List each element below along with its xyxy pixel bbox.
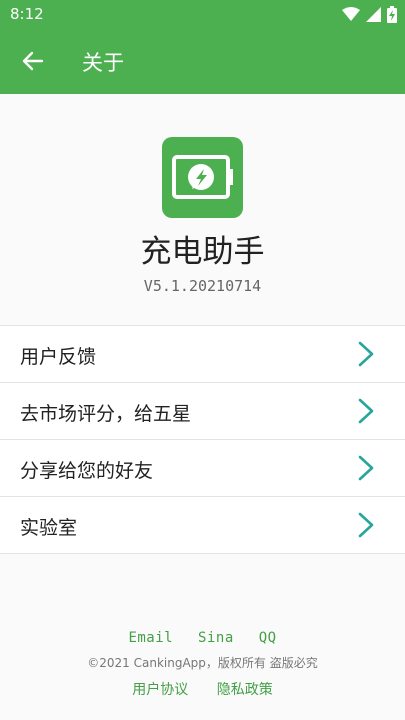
menu-item-lab[interactable]: 实验室 — [0, 497, 405, 554]
chevron-right-icon — [358, 341, 374, 367]
qq-link[interactable]: QQ — [259, 630, 277, 646]
app-version: V5.1.20210714 — [143, 277, 262, 295]
app-bar: 关于 — [0, 28, 405, 94]
email-link[interactable]: Email — [128, 630, 173, 646]
app-logo — [162, 137, 243, 218]
status-icons — [342, 4, 397, 24]
signal-icon — [366, 6, 381, 22]
page-title: 关于 — [82, 51, 124, 75]
arrow-left-icon — [22, 51, 44, 71]
sina-link[interactable]: Sina — [198, 630, 234, 646]
footer: Email Sina QQ ©2021 CankingApp，版权所有 盗版必究… — [0, 630, 405, 699]
battery-chat-icon — [172, 155, 233, 199]
privacy-policy-link[interactable]: 隐私政策 — [217, 682, 273, 698]
menu-item-label: 实验室 — [20, 517, 78, 539]
app-name: 充电助手 — [140, 234, 265, 270]
menu-item-feedback[interactable]: 用户反馈 — [0, 326, 405, 383]
back-button[interactable] — [10, 38, 56, 84]
status-bar: 8:12 — [0, 0, 405, 28]
contact-links: Email Sina QQ — [0, 630, 405, 646]
menu-item-label: 去市场评分，给五星 — [20, 403, 192, 425]
menu-item-label: 分享给您的好友 — [20, 460, 154, 482]
chevron-right-icon — [358, 455, 374, 481]
battery-charging-icon — [387, 5, 397, 23]
chevron-right-icon — [358, 398, 374, 424]
menu-item-share[interactable]: 分享给您的好友 — [0, 440, 405, 497]
menu-item-label: 用户反馈 — [20, 346, 97, 368]
chevron-right-icon — [358, 512, 374, 538]
wifi-icon — [342, 7, 360, 21]
copyright-text: ©2021 CankingApp，版权所有 盗版必究 — [87, 656, 318, 670]
user-agreement-link[interactable]: 用户协议 — [132, 682, 188, 698]
legal-links: 用户协议 隐私政策 — [0, 679, 405, 699]
menu-item-rate[interactable]: 去市场评分，给五星 — [0, 383, 405, 440]
status-time: 8:12 — [10, 5, 44, 23]
settings-menu: 用户反馈 去市场评分，给五星 分享给您的好友 实验室 — [0, 325, 405, 554]
app-header: 充电助手 V5.1.20210714 — [0, 94, 405, 324]
